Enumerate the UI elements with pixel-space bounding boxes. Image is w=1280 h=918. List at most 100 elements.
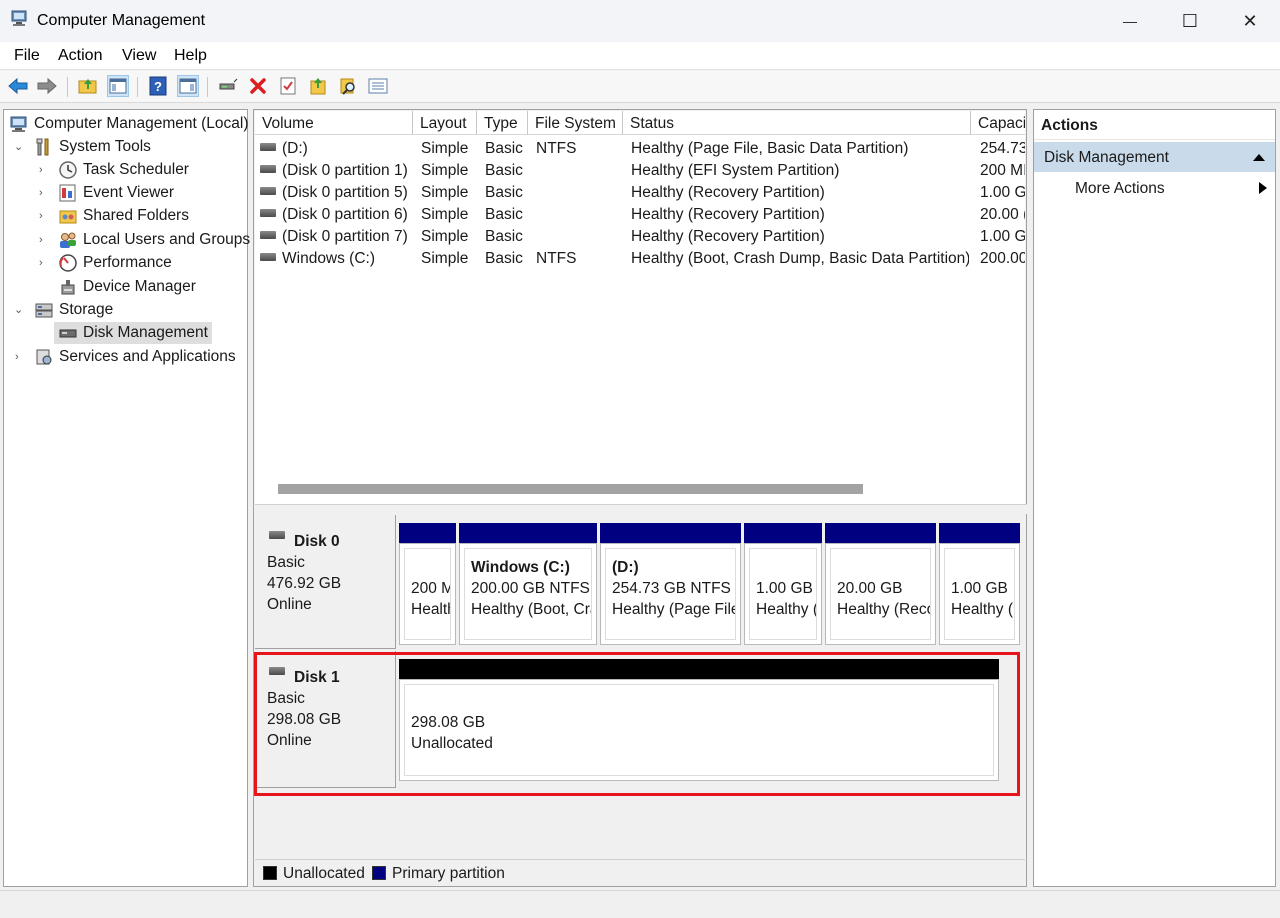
- up-folder-icon: [78, 79, 97, 94]
- disk-0-label[interactable]: Disk 0 Basic 476.92 GB Online: [255, 515, 396, 649]
- properties-icon: [280, 77, 296, 95]
- chevron-right-icon[interactable]: ›: [39, 234, 43, 246]
- window-title: Computer Management: [37, 12, 206, 29]
- tree-item-disk-management[interactable]: Disk Management: [54, 322, 212, 344]
- show-hide-action-pane-icon: [179, 78, 197, 94]
- column-header-type[interactable]: Type: [477, 111, 528, 135]
- partition-header: [744, 523, 822, 543]
- chevron-right-icon[interactable]: ›: [39, 187, 43, 199]
- help-icon: ?: [149, 76, 167, 96]
- partition-status: Healthy (: [951, 601, 1014, 618]
- properties-button[interactable]: [277, 75, 299, 97]
- drive-icon: [260, 252, 276, 261]
- delete-button[interactable]: [247, 75, 269, 97]
- partition-body: (D:) 254.73 GB NTFS Healthy (Page File: [600, 543, 741, 645]
- forward-button[interactable]: [36, 75, 58, 97]
- chevron-right-icon[interactable]: ›: [39, 210, 43, 222]
- pane-splitter[interactable]: [255, 504, 1027, 514]
- tree-label-shared-folders: Shared Folders: [83, 207, 189, 224]
- tree-item-services-apps[interactable]: Services and Applications: [34, 346, 236, 368]
- open-button[interactable]: [307, 75, 329, 97]
- cell-volume: Windows (C:): [282, 250, 376, 267]
- tree-item-event-viewer[interactable]: Event Viewer: [58, 182, 174, 204]
- back-arrow-icon: [8, 77, 28, 95]
- actions-section-disk-management[interactable]: Disk Management: [1034, 142, 1275, 172]
- back-button[interactable]: [7, 75, 29, 97]
- disk-management-icon: [59, 329, 77, 338]
- connect-button[interactable]: [217, 75, 239, 97]
- menu-file[interactable]: File: [14, 47, 40, 65]
- menu-action[interactable]: Action: [58, 47, 102, 65]
- unallocated-swatch: [263, 866, 277, 880]
- disk-0-type: Basic: [267, 554, 305, 571]
- users-icon: [60, 232, 76, 248]
- cell-layout: Simple: [421, 162, 469, 179]
- disk-icon: [269, 531, 285, 539]
- show-hide-action-pane-button[interactable]: [177, 75, 199, 97]
- scrollbar-thumb[interactable]: [278, 484, 863, 494]
- maximize-icon: ☐: [1181, 10, 1199, 31]
- partition-size: 20.00 GB: [837, 580, 903, 597]
- cell-type: Basic: [485, 228, 523, 245]
- delete-icon: [250, 78, 266, 94]
- column-header-layout[interactable]: Layout: [413, 111, 477, 135]
- chevron-down-icon[interactable]: ⌄: [14, 303, 23, 316]
- actions-pane: Actions Disk Management More Actions: [1033, 109, 1276, 887]
- tree-item-local-users[interactable]: Local Users and Groups: [58, 229, 250, 251]
- close-button[interactable]: ✕: [1220, 0, 1280, 42]
- partition-header: [399, 523, 456, 543]
- collapse-up-icon: [1253, 154, 1265, 161]
- cell-capacity: 254.73: [980, 140, 1025, 157]
- help-button[interactable]: ?: [147, 75, 169, 97]
- column-header-volume[interactable]: Volume: [255, 111, 413, 135]
- tree-item-task-scheduler[interactable]: Task Scheduler: [58, 159, 189, 181]
- partition-status: Healthy (: [756, 601, 817, 618]
- chevron-down-icon[interactable]: ⌄: [14, 140, 23, 153]
- partition-status: Healthy (Boot, Cra: [471, 601, 592, 618]
- chevron-right-icon[interactable]: ›: [15, 351, 19, 363]
- tree-item-storage[interactable]: Storage: [34, 299, 113, 321]
- up-one-level-button[interactable]: [77, 75, 99, 97]
- tree-item-shared-folders[interactable]: Shared Folders: [58, 205, 189, 227]
- legend-primary-partition: Primary partition: [392, 865, 505, 882]
- cell-status: Healthy (Boot, Crash Dump, Basic Data Pa…: [631, 250, 969, 267]
- cell-volume: (D:): [282, 140, 308, 157]
- cell-capacity: 200 MI: [980, 162, 1025, 179]
- cell-capacity: 200.00: [980, 250, 1025, 267]
- show-hide-console-tree-button[interactable]: [107, 75, 129, 97]
- column-header-capacity[interactable]: Capaci: [971, 111, 1025, 135]
- export-list-button[interactable]: [367, 75, 389, 97]
- tree-item-device-manager[interactable]: Device Manager: [58, 276, 196, 298]
- cell-volume: (Disk 0 partition 5): [282, 184, 408, 201]
- cell-volume: (Disk 0 partition 1): [282, 162, 408, 179]
- horizontal-scrollbar[interactable]: [256, 481, 1025, 495]
- partition-body: 20.00 GB Healthy (Reco: [825, 543, 936, 645]
- cell-layout: Simple: [421, 228, 469, 245]
- tree-label-task-scheduler: Task Scheduler: [83, 161, 189, 178]
- chevron-right-icon[interactable]: ›: [39, 257, 43, 269]
- cell-volume: (Disk 0 partition 7): [282, 228, 408, 245]
- tree-item-system-tools[interactable]: System Tools: [34, 136, 151, 158]
- connect-icon: [219, 78, 238, 90]
- chevron-right-icon[interactable]: ›: [39, 164, 43, 176]
- tree-item-performance[interactable]: Performance: [58, 252, 172, 274]
- tree-item-computer-management[interactable]: Computer Management (Local): [9, 113, 249, 135]
- cell-capacity: 1.00 GI: [980, 228, 1025, 245]
- disk-1-highlight: [254, 652, 1020, 796]
- cell-capacity: 1.00 GI: [980, 184, 1025, 201]
- more-actions-item[interactable]: More Actions: [1075, 180, 1165, 198]
- tree-label-system-tools: System Tools: [59, 138, 151, 155]
- storage-icon: [35, 303, 53, 318]
- column-header-file-system[interactable]: File System: [528, 111, 623, 135]
- minimize-button[interactable]: —: [1100, 0, 1160, 42]
- menu-help[interactable]: Help: [174, 47, 207, 65]
- cell-status: Healthy (Recovery Partition): [631, 184, 825, 201]
- disk-0-state: Online: [267, 596, 312, 613]
- cell-volume: (Disk 0 partition 6): [282, 206, 408, 223]
- menu-view[interactable]: View: [122, 47, 156, 65]
- search-button[interactable]: [337, 75, 359, 97]
- maximize-button[interactable]: ☐: [1160, 0, 1220, 42]
- cell-status: Healthy (Page File, Basic Data Partition…: [631, 140, 909, 157]
- svg-text:?: ?: [154, 79, 162, 94]
- column-header-status[interactable]: Status: [623, 111, 971, 135]
